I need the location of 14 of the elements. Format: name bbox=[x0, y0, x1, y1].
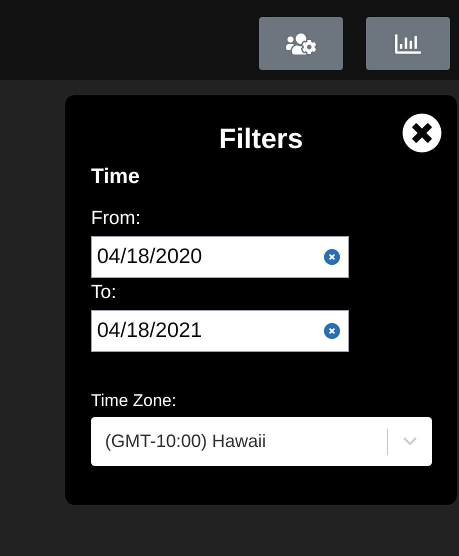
field-label: To: bbox=[91, 281, 118, 305]
section-title: Time bbox=[91, 164, 141, 190]
field-label: From: bbox=[91, 207, 142, 231]
date-field[interactable]: 04/18/2021 bbox=[91, 310, 349, 352]
chevron-down-icon bbox=[403, 437, 417, 446]
clear-icon[interactable] bbox=[324, 323, 340, 339]
clear-icon[interactable] bbox=[324, 249, 340, 265]
date-field[interactable]: 04/18/2020 bbox=[91, 236, 349, 278]
user-settings-button[interactable] bbox=[259, 17, 343, 70]
field-label: Time Zone: bbox=[91, 390, 178, 412]
chart-button[interactable] bbox=[366, 17, 450, 70]
close-button[interactable] bbox=[402, 113, 442, 153]
panel-title: Filters bbox=[218, 122, 304, 156]
time-zone-select[interactable]: (GMT-10:00) Hawaii bbox=[91, 417, 432, 466]
